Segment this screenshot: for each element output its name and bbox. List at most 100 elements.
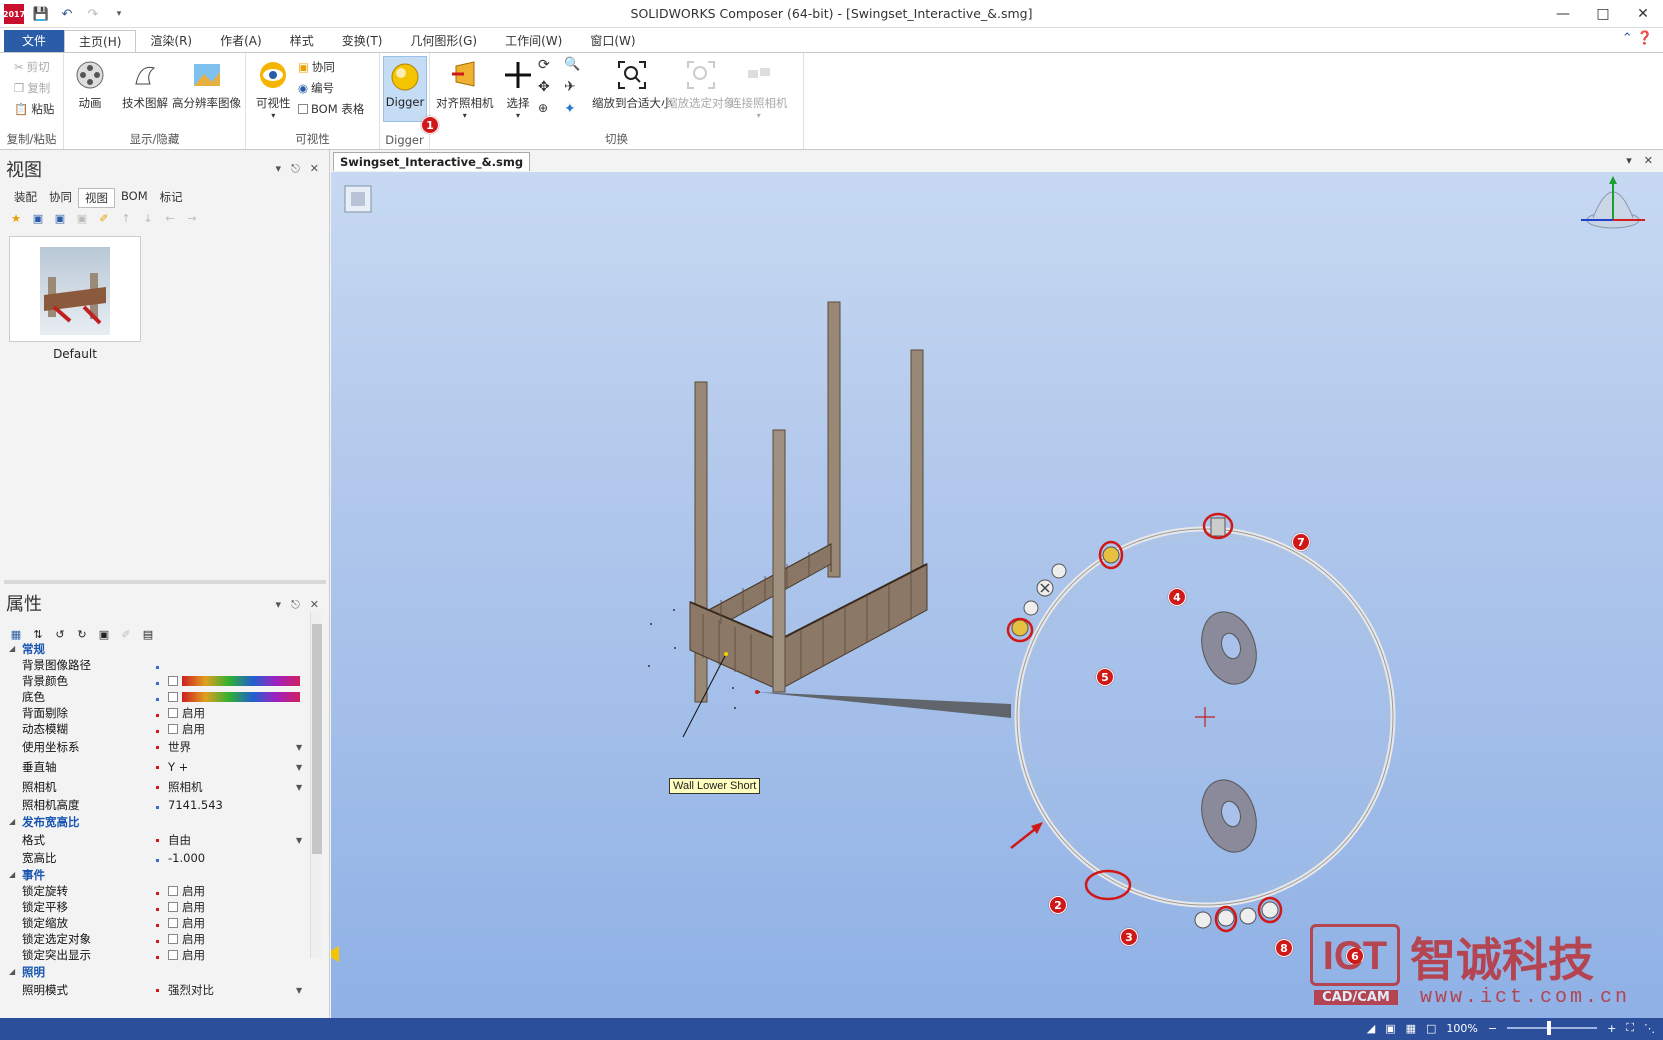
brush-icon[interactable]: ✐ [96,210,112,226]
property-value[interactable]: 启用 [168,931,205,947]
panel-splitter[interactable] [4,580,326,584]
doc-menu-icon[interactable]: ▾ [1626,154,1632,167]
zoom-window-button[interactable]: 🔍 [564,57,580,72]
zoom-out-icon[interactable]: − [1488,1022,1497,1035]
property-value[interactable] [168,676,304,686]
create-view-icon[interactable]: ★ [8,210,24,226]
lens-magnify-button[interactable] [1006,617,1034,643]
document-tab[interactable]: Swingset_Interactive_&.smg [333,152,531,171]
animation-button[interactable]: 动画 [74,59,106,111]
property-checkbox[interactable] [168,918,178,928]
menu-file[interactable]: 文件 [4,30,65,53]
property-value[interactable]: -1.000 [168,851,205,865]
menu-workshops[interactable]: 工作间(W) [491,30,576,53]
view-settings-icon[interactable]: ▣ [74,210,90,226]
property-checkbox[interactable] [168,708,178,718]
property-row[interactable]: 锁定突出显示 启用 [6,947,306,963]
color-spectrum[interactable] [182,692,300,702]
property-category[interactable]: ◢ 发布宽高比 [6,813,306,830]
move-up-icon[interactable]: ↑ [118,210,134,226]
move-left-icon[interactable]: ← [162,210,178,226]
camera-icon[interactable]: ▣ [30,210,46,226]
align-camera-button[interactable]: 对齐照相机 ▾ [436,59,494,120]
property-value[interactable]: 启用 [168,915,205,931]
property-row[interactable]: 背面剔除 启用 [6,705,306,721]
grid-icon[interactable]: ▦ [1406,1022,1416,1035]
property-checkbox[interactable] [168,724,178,734]
tech-illustration-button[interactable]: 技术图解 [122,59,168,111]
fit-icon[interactable]: □ [1426,1022,1436,1035]
menu-home[interactable]: 主页(H) [64,30,137,53]
paste-button[interactable]: 📋 粘贴 [14,101,54,117]
property-value[interactable]: Y + [168,760,188,774]
perspective-icon[interactable]: ◢ [1367,1022,1375,1035]
scrollbar-thumb[interactable] [312,624,322,854]
property-row[interactable]: 锁定旋转 启用 [6,883,306,899]
property-checkbox[interactable] [168,886,178,896]
property-row[interactable]: 照相机高度 7141.543 [6,797,306,813]
property-category[interactable]: ◢ 事件 [6,866,306,883]
zoom-selected-button[interactable]: 缩放选定对象 [666,59,735,111]
property-row[interactable]: 锁定平移 启用 [6,899,306,915]
property-value[interactable]: 7141.543 [168,798,223,812]
menu-author[interactable]: 作者(A) [206,30,276,53]
property-checkbox[interactable] [168,934,178,944]
menu-style[interactable]: 样式 [276,30,328,53]
tab-collaboration[interactable]: 协同 [43,188,78,208]
panel-close-icon[interactable]: ✕ [310,598,319,612]
panel-menu-icon[interactable]: ▾ [276,598,282,612]
property-checkbox[interactable] [168,902,178,912]
panel-menu-icon[interactable]: ▾ [276,162,282,176]
property-category[interactable]: ◢ 常规 [6,640,306,657]
chevron-down-icon[interactable]: ▼ [296,986,302,995]
menu-geometry[interactable]: 几何图形(G) [396,30,491,53]
color-swatch[interactable] [168,676,178,686]
update-view-icon[interactable]: ▣ [52,210,68,226]
properties-scrollbar[interactable] [310,612,322,958]
chevron-down-icon[interactable]: ▼ [296,763,302,772]
zoom-button[interactable]: ⊕ [538,101,548,115]
property-row[interactable]: 照明模式 强烈对比 ▼ [6,980,306,1000]
select-button[interactable]: 选择 ▾ [502,59,534,120]
tab-views[interactable]: 视图 [78,188,115,208]
collapse-triangle-icon[interactable]: ◢ [9,870,15,879]
digger-button[interactable]: Digger [383,56,427,122]
property-checkbox[interactable] [168,950,178,960]
hires-image-button[interactable]: 高分辨率图像 [172,59,241,111]
color-swatch[interactable] [168,692,178,702]
collaboration-button[interactable]: ▣ 协同 [298,59,335,75]
tab-bom[interactable]: BOM [115,188,154,208]
color-spectrum[interactable] [182,676,300,686]
lens-option-button[interactable] [1051,563,1067,579]
property-row[interactable]: 背景颜色 [6,673,306,689]
zoom-in-icon[interactable]: + [1607,1022,1616,1035]
render-mode-icon[interactable]: ▣ [1385,1022,1395,1035]
zoom-slider[interactable] [1507,1021,1598,1035]
move-down-icon[interactable]: ↓ [140,210,156,226]
lens-resize-handle[interactable] [1202,512,1234,540]
property-row[interactable]: 宽高比 -1.000 [6,850,306,866]
property-value[interactable]: 启用 [168,899,205,915]
swingset-frame-model[interactable] [648,301,928,709]
chevron-down-icon[interactable]: ▼ [296,743,302,752]
minimize-icon[interactable]: — [1543,0,1583,28]
visibility-button[interactable]: 可视性 ▾ [256,59,291,120]
3d-viewport[interactable]: Wall Lower Short 2 3 4 5 6 7 8 [325,172,1663,1018]
zoom-fit-button[interactable]: 缩放到合适大小 [592,59,673,111]
property-row[interactable]: 照相机 照相机 ▼ [6,777,306,797]
panel-close-icon[interactable]: ✕ [310,162,319,176]
property-value[interactable]: 世界 [168,739,191,755]
lens-option-button[interactable] [1023,600,1039,616]
property-value[interactable]: 自由 [168,832,191,848]
property-row[interactable]: 底色 [6,689,306,705]
chevron-down-icon[interactable]: ▼ [296,783,302,792]
property-value[interactable]: 启用 [168,947,205,963]
collapse-triangle-icon[interactable]: ◢ [9,644,15,653]
menu-window[interactable]: 窗口(W) [576,30,649,53]
part-callout-label[interactable]: Wall Lower Short [669,778,761,794]
property-row[interactable]: 锁定选定对象 启用 [6,931,306,947]
resize-grip-icon[interactable]: ⋱ [1644,1022,1655,1035]
property-value[interactable]: 强烈对比 [168,982,214,998]
digger-lens[interactable] [1006,512,1396,933]
cut-button[interactable]: ✂ 剪切 [14,59,50,75]
